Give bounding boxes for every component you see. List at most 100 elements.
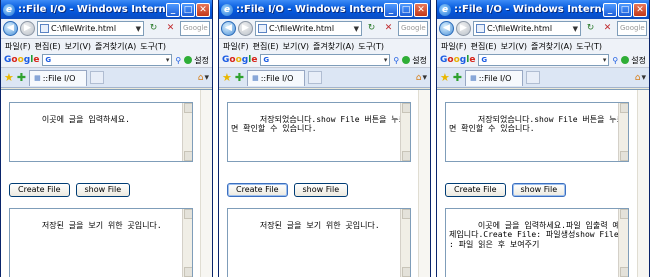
close-button[interactable]: ✕ [633,2,647,17]
address-bar[interactable]: C:\fileWrite.html ▼ [473,21,581,36]
menu-tools[interactable]: 도구(T) [576,41,602,52]
chevron-down-icon[interactable]: ▾ [384,56,388,64]
input-textarea[interactable]: 이곳에 글을 입력하세요. [9,102,193,162]
maximize-button[interactable]: □ [181,2,195,17]
title-bar[interactable]: e ::File I/O - Windows Internet Exp... _… [219,0,430,19]
textarea-scrollbar[interactable] [618,209,628,277]
tab-file-io[interactable]: ▦ ::File I/O [29,69,88,86]
forward-arrow-icon[interactable]: ▶ [20,21,35,36]
close-button[interactable]: ✕ [196,2,210,17]
close-button[interactable]: ✕ [414,2,428,17]
chevron-down-icon[interactable]: ▼ [354,25,359,33]
page-scrollbar[interactable] [418,90,430,277]
chevron-down-icon[interactable]: ▾ [166,56,170,64]
forward-arrow-icon[interactable]: ▶ [456,21,471,36]
settings-icon [621,56,630,64]
output-textarea[interactable]: 저장된 글을 보기 위한 곳입니다. [9,208,193,277]
input-textarea[interactable]: 저장되었습니다.show File 버튼을 누르면 확인할 수 있습니다. [445,102,629,162]
create-file-button[interactable]: Create File [9,183,70,197]
create-file-button[interactable]: Create File [227,183,288,197]
back-arrow-icon[interactable]: ◀ [439,21,454,36]
chevron-down-icon[interactable]: ▾ [603,56,607,64]
title-bar[interactable]: e ::File I/O - Windows Internet Exp... _… [1,0,212,19]
tab-file-io[interactable]: ▦ ::File I/O [465,69,524,86]
show-file-button[interactable]: show File [511,183,567,197]
textarea-scrollbar[interactable] [182,103,192,161]
google-search-input[interactable]: G ▾ [260,54,391,66]
back-arrow-icon[interactable]: ◀ [3,21,18,36]
chevron-down-icon[interactable]: ▾ [204,73,209,83]
stop-icon[interactable]: ✕ [381,21,396,36]
search-icon[interactable]: ⚲ [175,56,181,65]
forward-arrow-icon[interactable]: ▶ [238,21,253,36]
menu-file[interactable]: 파일(F) [223,41,249,52]
show-file-button[interactable]: show File [75,183,131,197]
output-textarea[interactable]: 이곳에 글을 입력하세요.파일 입출력 예제입니다.Create File: 파… [445,208,629,277]
minimize-button[interactable]: _ [603,2,617,17]
title-bar[interactable]: e ::File I/O - Windows Internet Exp... _… [437,0,649,19]
new-tab-button[interactable] [90,71,105,84]
menu-tools[interactable]: 도구(T) [140,41,166,52]
menu-favorites[interactable]: 즐겨찾기(A) [531,41,572,52]
minimize-button[interactable]: _ [384,2,398,17]
stop-icon[interactable]: ✕ [600,21,615,36]
maximize-button[interactable]: □ [399,2,413,17]
menu-tools[interactable]: 도구(T) [358,41,384,52]
menu-file[interactable]: 파일(F) [5,41,31,52]
maximize-button[interactable]: □ [618,2,632,17]
address-bar[interactable]: C:\fileWrite.html ▼ [255,21,362,36]
search-input[interactable]: Google [180,21,210,36]
minimize-button[interactable]: _ [166,2,180,17]
home-icon[interactable]: ⌂ [635,73,641,83]
menu-favorites[interactable]: 즐겨찾기(A) [95,41,136,52]
search-input[interactable]: Google [398,21,428,36]
google-search-input[interactable]: G ▾ [478,54,610,66]
create-file-button[interactable]: Create File [445,183,506,197]
menu-edit[interactable]: 편집(E) [35,41,61,52]
search-input[interactable]: Google [617,21,647,36]
search-icon[interactable]: ⚲ [612,56,618,65]
chevron-down-icon[interactable]: ▼ [136,25,141,33]
menu-view[interactable]: 보기(V) [65,41,91,52]
favorites-star-icon[interactable]: ★ [440,72,450,83]
refresh-icon[interactable]: ↻ [583,21,598,36]
textarea-scrollbar[interactable] [182,209,192,277]
add-favorite-icon[interactable]: ✚ [17,72,26,83]
menu-edit[interactable]: 편집(E) [471,41,497,52]
back-arrow-icon[interactable]: ◀ [221,21,236,36]
refresh-icon[interactable]: ↻ [364,21,379,36]
tab-file-io[interactable]: ▦ ::File I/O [247,69,306,86]
chevron-down-icon[interactable]: ▾ [422,73,427,83]
textarea-scrollbar[interactable] [618,103,628,161]
address-bar[interactable]: C:\fileWrite.html ▼ [37,21,144,36]
chevron-down-icon[interactable]: ▾ [641,73,646,83]
home-icon[interactable]: ⌂ [416,73,422,83]
textarea-scrollbar[interactable] [400,209,410,277]
page-scrollbar[interactable] [200,90,212,277]
add-favorite-icon[interactable]: ✚ [235,72,244,83]
favorites-star-icon[interactable]: ★ [222,72,232,83]
favorites-star-icon[interactable]: ★ [4,72,14,83]
menu-favorites[interactable]: 즐겨찾기(A) [313,41,354,52]
menu-edit[interactable]: 편집(E) [253,41,279,52]
settings-button[interactable]: 설정 [402,55,427,66]
new-tab-button[interactable] [308,71,323,84]
settings-button[interactable]: 설정 [184,55,209,66]
chevron-down-icon[interactable]: ▼ [573,25,578,33]
add-favorite-icon[interactable]: ✚ [453,72,462,83]
new-tab-button[interactable] [526,71,541,84]
settings-button[interactable]: 설정 [621,55,646,66]
page-scrollbar[interactable] [637,90,649,277]
textarea-scrollbar[interactable] [400,103,410,161]
menu-file[interactable]: 파일(F) [441,41,467,52]
stop-icon[interactable]: ✕ [163,21,178,36]
menu-view[interactable]: 보기(V) [501,41,527,52]
refresh-icon[interactable]: ↻ [146,21,161,36]
google-search-input[interactable]: G ▾ [42,54,173,66]
show-file-button[interactable]: show File [293,183,349,197]
menu-view[interactable]: 보기(V) [283,41,309,52]
input-textarea[interactable]: 저장되었습니다.show File 버튼을 누르면 확인할 수 있습니다. [227,102,411,162]
home-icon[interactable]: ⌂ [198,73,204,83]
output-textarea[interactable]: 저장된 글을 보기 위한 곳입니다. [227,208,411,277]
search-icon[interactable]: ⚲ [393,56,399,65]
